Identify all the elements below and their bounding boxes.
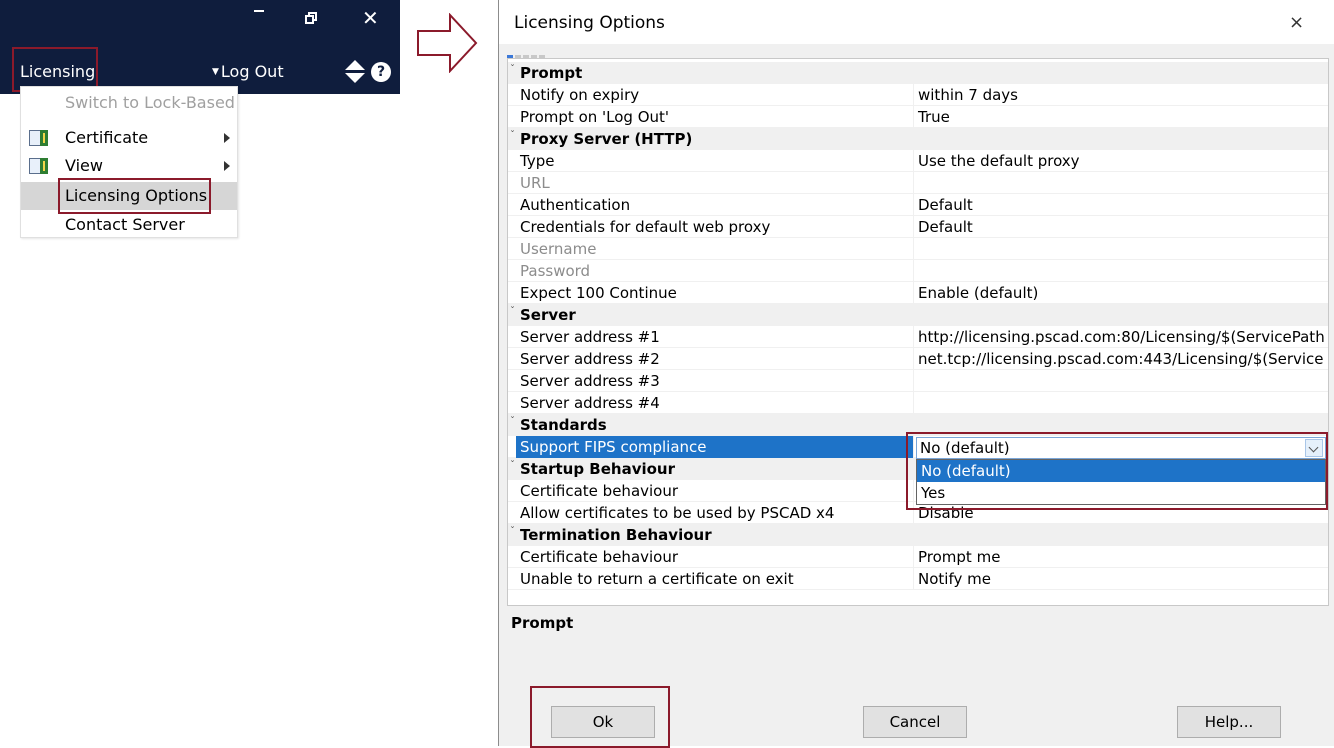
property-row[interactable]: Credentials for default web proxy Default [508,216,1328,238]
combo-highlight-box [906,432,1328,510]
menu-item-certificate[interactable]: Certificate [21,124,237,152]
menu-item-view[interactable]: View [21,152,237,180]
minimize-icon[interactable] [254,10,264,12]
dialog-title-bar: Licensing Options × [499,0,1334,44]
property-row[interactable]: Server address #3 [508,370,1328,392]
category-termination-behaviour[interactable]: ˇ Termination Behaviour [508,524,1328,546]
collapse-caret-icon[interactable]: ˇ [510,411,515,433]
property-row[interactable]: Unable to return a certificate on exit No… [508,568,1328,590]
logout-button[interactable]: ▼ Log Out [212,62,284,81]
logout-label: Log Out [220,62,284,81]
property-row[interactable]: Certificate behaviour Prompt me [508,546,1328,568]
description-title: Prompt [511,614,574,632]
property-grid: ˇ Prompt Notify on expiry within 7 days Pr… [507,58,1329,606]
property-row[interactable]: Server address #1 http://licensing.pscad.… [508,326,1328,348]
cancel-button[interactable]: Cancel [863,706,967,738]
property-row[interactable]: Notify on expiry within 7 days [508,84,1328,106]
property-row[interactable]: Authentication Default [508,194,1328,216]
property-row[interactable]: Username [508,238,1328,260]
submenu-arrow-icon [224,133,230,143]
property-row[interactable]: Prompt on 'Log Out' True [508,106,1328,128]
submenu-arrow-icon [224,161,230,171]
ok-highlight-box [530,686,670,748]
collapse-toggle-icon[interactable] [345,60,365,84]
licensing-dropdown-menu: Switch to Lock-Based Certificate View Li… [20,86,238,238]
description-pane: Prompt [507,612,1329,684]
dialog-close-icon[interactable]: × [1289,12,1304,33]
right-arrow-icon [417,13,478,73]
collapse-caret-icon[interactable]: ˇ [510,521,515,543]
property-row[interactable]: Server address #4 [508,392,1328,414]
help-icon[interactable]: ? [371,62,391,82]
dialog-title: Licensing Options [514,13,665,33]
collapse-caret-icon[interactable]: ˇ [510,59,515,81]
category-server[interactable]: ˇ Server [508,304,1328,326]
licensing-options-highlight [58,178,211,214]
category-prompt[interactable]: ˇ Prompt [508,62,1328,84]
grid-icon [29,158,49,174]
caret-down-icon: ▼ [212,67,219,77]
restore-icon[interactable] [305,12,317,24]
property-row[interactable]: Password [508,260,1328,282]
property-grid-toolbar [507,46,547,61]
menu-item-switch-lock-based[interactable]: Switch to Lock-Based [21,89,237,117]
collapse-caret-icon[interactable]: ˇ [510,125,515,147]
menu-item-contact-server[interactable]: Contact Server [21,211,237,239]
property-row[interactable]: URL [508,172,1328,194]
help-button[interactable]: Help... [1177,706,1281,738]
property-row[interactable]: Type Use the default proxy [508,150,1328,172]
grid-icon [29,130,49,146]
close-icon[interactable]: ✕ [362,6,379,30]
collapse-caret-icon[interactable]: ˇ [510,301,515,323]
category-proxy-server[interactable]: ˇ Proxy Server (HTTP) [508,128,1328,150]
collapse-caret-icon[interactable]: ˇ [510,455,515,477]
licensing-options-dialog: Licensing Options × ˇ Prompt Notify on ex… [498,0,1334,746]
property-row[interactable]: Server address #2 net.tcp://licensing.psc… [508,348,1328,370]
property-row[interactable]: Expect 100 Continue Enable (default) [508,282,1328,304]
